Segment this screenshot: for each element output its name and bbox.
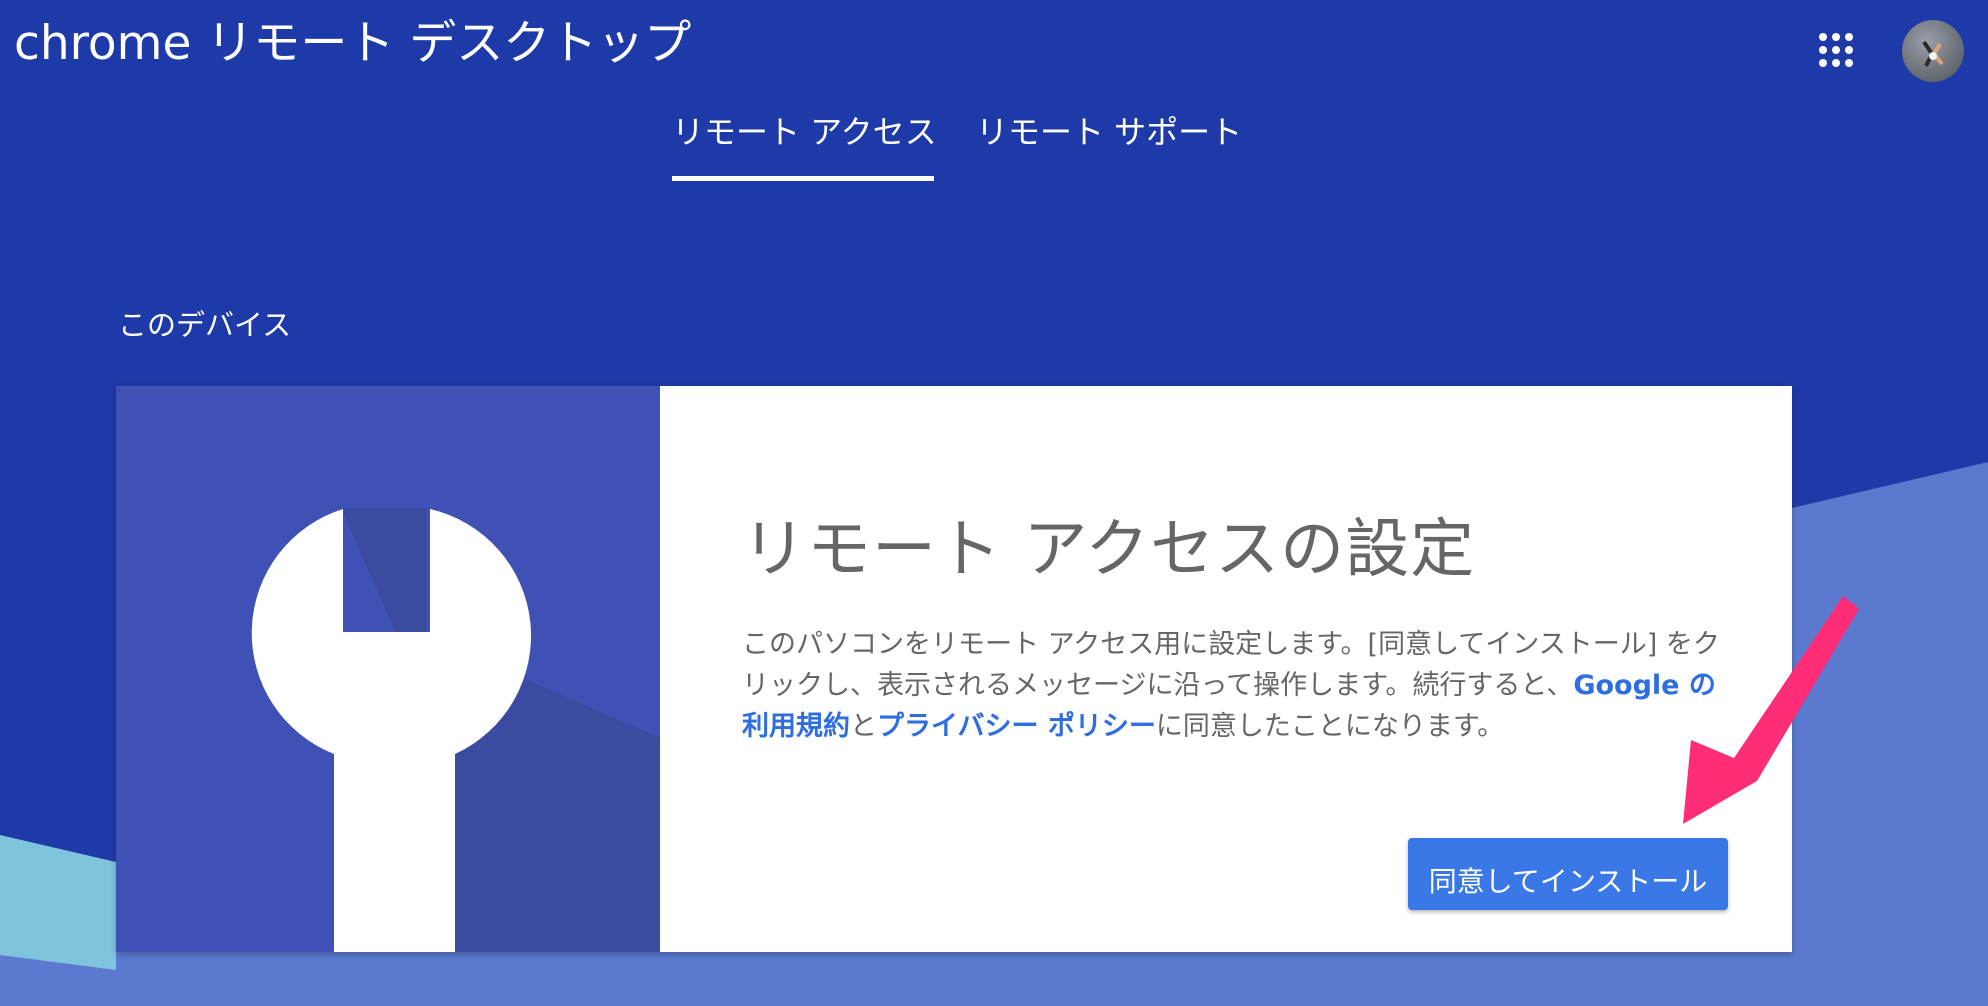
- card-content: リモート アクセスの設定 このパソコンをリモート アクセス用に設定します。[同意…: [660, 386, 1792, 952]
- app-title: chrome リモート デスクトップ: [14, 16, 692, 71]
- apps-grid-icon[interactable]: [1816, 30, 1856, 70]
- section-title: このデバイス: [118, 308, 292, 342]
- active-tab-indicator: [672, 176, 934, 181]
- description-text: と: [850, 711, 877, 742]
- remote-access-setup-card: リモート アクセスの設定 このパソコンをリモート アクセス用に設定します。[同意…: [116, 386, 1792, 952]
- card-description: このパソコンをリモート アクセス用に設定します。[同意してインストール] をクリ…: [742, 624, 1732, 747]
- card-heading: リモート アクセスの設定: [742, 513, 1476, 587]
- tab-label: リモート アクセス: [672, 113, 937, 151]
- tab-remote-access[interactable]: リモート アクセス: [672, 108, 937, 184]
- accept-and-install-button[interactable]: 同意してインストール: [1408, 838, 1728, 910]
- avatar[interactable]: [1902, 20, 1964, 82]
- privacy-policy-link[interactable]: プライバシー ポリシー: [877, 711, 1156, 742]
- tab-remote-support[interactable]: リモート サポート: [976, 108, 1242, 184]
- description-text: に同意したことになります。: [1155, 711, 1505, 742]
- tab-label: リモート サポート: [976, 113, 1243, 151]
- avatar-image: [1922, 40, 1944, 67]
- wrench-icon: [116, 386, 660, 952]
